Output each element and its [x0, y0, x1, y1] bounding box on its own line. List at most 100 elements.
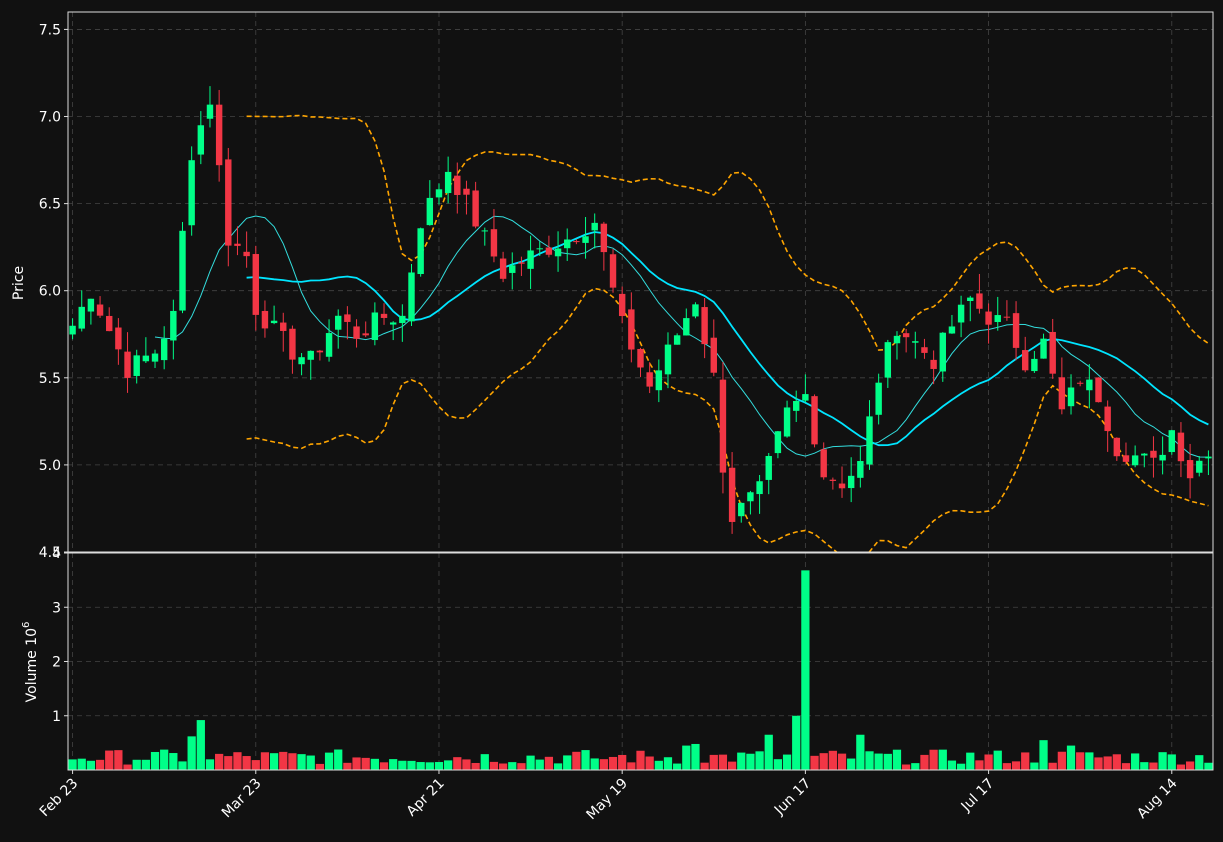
volume-bar	[251, 760, 260, 770]
candle-body	[1113, 437, 1121, 457]
candle-body	[252, 254, 259, 315]
candle-body	[399, 315, 406, 324]
candle-body	[1012, 313, 1020, 348]
candle-body	[463, 188, 470, 195]
volume-bar	[700, 762, 709, 770]
candle-body	[545, 247, 553, 255]
volume-tick-label: 1	[52, 709, 61, 725]
candle-body	[838, 483, 846, 489]
volume-bar	[517, 763, 526, 770]
volume-bar	[535, 759, 544, 770]
volume-bar	[929, 749, 938, 770]
candle-body	[261, 310, 269, 329]
candle-body	[417, 228, 424, 275]
volume-bar	[782, 754, 792, 770]
volume-axis-label: Volume 106	[21, 622, 40, 703]
candle-body	[69, 325, 76, 335]
candle-body	[802, 394, 809, 401]
volume-bar	[196, 720, 205, 770]
volume-bar	[627, 762, 636, 770]
volume-bar	[233, 752, 242, 770]
volume-bar	[370, 758, 379, 770]
candle-body	[1205, 456, 1212, 459]
candle-body	[811, 396, 818, 445]
candle-body	[609, 254, 617, 288]
candle-body	[637, 348, 644, 368]
volume-bar	[215, 753, 224, 770]
volume-bar	[709, 754, 718, 770]
volume-bar	[892, 749, 902, 770]
volume-tick-label: 3	[52, 600, 61, 616]
volume-bar	[801, 570, 810, 770]
volume-bar	[563, 755, 572, 770]
volume-bar	[984, 754, 993, 770]
volume-bar	[645, 756, 654, 770]
candle-body	[426, 197, 434, 226]
candle-body	[967, 297, 974, 301]
volume-bar	[553, 763, 563, 770]
candle-body	[78, 306, 85, 329]
candle-body	[673, 335, 681, 345]
price-tick-label: 6.0	[39, 284, 61, 300]
volume-bar	[498, 763, 508, 770]
volume-bar	[654, 760, 663, 770]
candle-body	[1104, 406, 1111, 432]
volume-bar	[911, 763, 920, 770]
volume-bar	[1066, 745, 1076, 770]
volume-bar	[993, 750, 1002, 770]
candle-body	[902, 333, 910, 338]
candle-body	[783, 407, 791, 437]
candle-body	[582, 236, 589, 243]
candle-body	[655, 370, 663, 391]
volume-bar	[691, 743, 700, 770]
candle-body	[298, 357, 305, 365]
candle-body	[1003, 316, 1011, 318]
volume-bar	[407, 760, 416, 770]
volume-bar	[288, 753, 297, 770]
volume-bar	[1121, 763, 1131, 770]
candle-body	[499, 258, 507, 279]
candle-body	[1049, 331, 1056, 374]
candle-body	[664, 344, 672, 375]
volume-bar	[920, 754, 929, 770]
volume-tick-label: 2	[52, 655, 61, 671]
volume-bar	[727, 761, 737, 770]
candle-body	[893, 335, 901, 344]
candle-body	[243, 251, 250, 257]
volume-bar	[663, 757, 673, 770]
candle-body	[289, 328, 296, 360]
candlestick-chart: 4.55.05.56.06.57.07.51234 Feb 23 Mar 23 Ap…	[0, 0, 1223, 842]
candle-body	[518, 262, 525, 264]
volume-bar	[828, 750, 837, 770]
candle-body	[1141, 453, 1148, 456]
candle-body	[380, 313, 388, 318]
volume-bar	[1085, 752, 1094, 770]
candle-body	[1186, 460, 1194, 479]
volume-bar	[938, 749, 947, 770]
candle-body	[1040, 338, 1047, 359]
volume-bar	[865, 751, 874, 770]
candle-body	[884, 342, 892, 378]
volume-bar	[1002, 763, 1012, 770]
candle-body	[151, 353, 159, 362]
candle-body	[1067, 387, 1075, 407]
volume-bar	[608, 756, 618, 770]
candle-body	[1159, 454, 1166, 461]
volume-bar	[315, 763, 325, 770]
candle-body	[618, 293, 626, 317]
candle-body	[921, 347, 928, 353]
volume-bar	[856, 734, 865, 770]
volume-bar	[453, 757, 462, 770]
volume-bar	[187, 736, 196, 770]
volume-bar	[1131, 753, 1140, 770]
volume-bar	[1204, 762, 1213, 770]
candle-body	[1076, 382, 1084, 384]
candle-body	[197, 125, 205, 155]
volume-bar	[169, 753, 178, 770]
volume-bar	[150, 751, 160, 770]
volume-bar	[205, 759, 215, 770]
volume-bar	[874, 753, 883, 770]
volume-bar	[480, 754, 489, 770]
price-tick-label: 7.0	[39, 110, 61, 126]
candle-body	[87, 298, 95, 312]
